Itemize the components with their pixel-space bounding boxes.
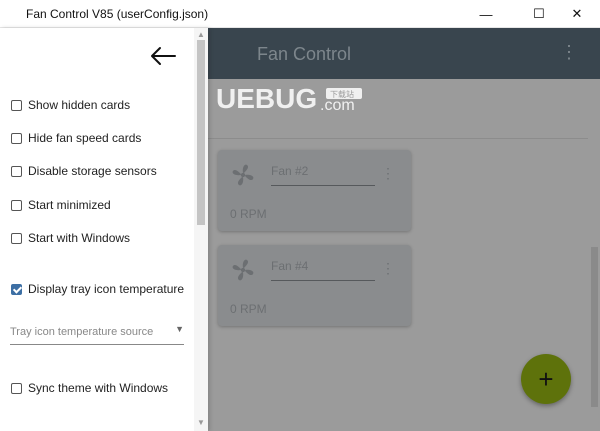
option-label: Disable storage sensors — [28, 164, 157, 178]
option-label: Display tray icon temperature — [28, 282, 185, 296]
app-title: Fan Control — [257, 44, 352, 64]
tray-source-select[interactable]: Tray icon temperature source ▼ — [10, 324, 184, 345]
app-bar: Fan Control ⋮ — [208, 28, 600, 79]
option-display-tray-icon-temperature[interactable]: Display tray icon temperature — [11, 282, 184, 296]
option-start-with-windows[interactable]: Start with Windows — [11, 231, 130, 245]
checkbox[interactable] — [11, 99, 22, 111]
scroll-up-icon[interactable]: ▲ — [197, 30, 205, 39]
minimize-button[interactable]: — — [463, 0, 509, 28]
fan-name-field[interactable]: Fan #2 — [271, 164, 375, 186]
fan-rpm: 0 RPM — [230, 207, 267, 221]
fan-icon — [232, 259, 254, 281]
tray-source-placeholder: Tray icon temperature source — [10, 326, 154, 338]
back-arrow-icon[interactable] — [148, 44, 178, 68]
option-label: Show hidden cards — [28, 98, 131, 112]
main-area: Fan Control ⋮ UEBUG .com 下载站 Fan #2 ⋮ 0 … — [208, 28, 600, 431]
option-sync-theme[interactable]: Sync theme with Windows — [11, 381, 168, 395]
drawer-scrollbar-thumb[interactable] — [197, 40, 205, 225]
option-hide-fan-speed-cards[interactable]: Hide fan speed cards — [11, 131, 141, 145]
dropdown-caret-icon: ▼ — [175, 324, 184, 334]
main-scrollbar-thumb[interactable] — [591, 247, 598, 407]
watermark-text: UEBUG — [216, 84, 317, 114]
watermark-badge: 下载站 — [330, 89, 354, 99]
fan-rpm: 0 RPM — [230, 302, 267, 316]
checkbox[interactable] — [11, 382, 22, 394]
fan-icon — [232, 164, 254, 186]
scroll-down-icon[interactable]: ▼ — [197, 418, 205, 427]
drawer-scrollbar[interactable]: ▲ ▼ — [194, 28, 208, 431]
fan-name-field[interactable]: Fan #4 — [271, 259, 375, 281]
watermark-logo: UEBUG .com 下载站 — [216, 83, 376, 120]
option-label: Hide fan speed cards — [28, 131, 142, 145]
option-label: Sync theme with Windows — [28, 381, 169, 395]
option-start-minimized[interactable]: Start minimized — [11, 198, 111, 212]
divider — [208, 138, 600, 139]
option-label: Start minimized — [28, 198, 111, 212]
window-titlebar: Fan Control V85 (userConfig.json) — ☐ ✕ — [0, 0, 600, 28]
fan-card[interactable]: Fan #2 ⋮ 0 RPM — [218, 150, 411, 231]
more-vert-icon[interactable]: ⋮ — [381, 261, 395, 275]
more-vert-icon[interactable]: ⋮ — [560, 43, 578, 61]
option-label: Start with Windows — [28, 231, 131, 245]
checkbox[interactable] — [11, 132, 22, 144]
main-scrollbar[interactable] — [588, 79, 600, 431]
checkbox[interactable] — [11, 199, 22, 211]
fan-card[interactable]: Fan #4 ⋮ 0 RPM — [218, 245, 411, 326]
app-body: Fan Control ⋮ UEBUG .com 下载站 Fan #2 ⋮ 0 … — [0, 28, 600, 431]
checkbox[interactable] — [11, 165, 22, 177]
more-vert-icon[interactable]: ⋮ — [381, 166, 395, 180]
add-button[interactable]: + — [521, 354, 571, 404]
checkbox[interactable] — [11, 232, 22, 244]
watermark-suffix: .com — [320, 97, 355, 114]
watermark-logo-graphic: UEBUG .com 下载站 — [216, 83, 362, 114]
close-button[interactable]: ✕ — [554, 0, 600, 28]
add-icon: + — [538, 363, 554, 394]
option-disable-storage-sensors[interactable]: Disable storage sensors — [11, 164, 157, 178]
window-title: Fan Control V85 (userConfig.json) — [26, 7, 209, 21]
option-show-hidden-cards[interactable]: Show hidden cards — [11, 98, 130, 112]
settings-drawer: Show hidden cards Hide fan speed cards D… — [0, 28, 208, 431]
checkbox-checked[interactable] — [11, 283, 22, 295]
